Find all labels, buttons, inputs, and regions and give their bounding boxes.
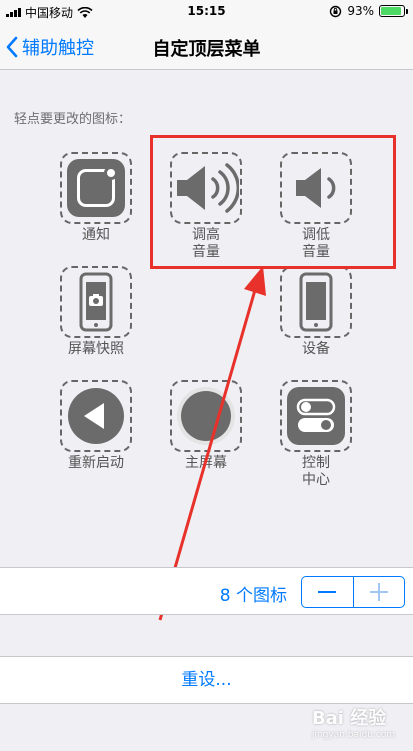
control-center-icon [287, 387, 345, 445]
device-icon [299, 272, 333, 332]
home-button-icon [177, 387, 235, 445]
slot-control-center[interactable]: 控制 中心 [268, 380, 364, 489]
status-bar: 中国移动 15:15 93% [0, 0, 413, 24]
watermark-url: jingyan.baidu.com [311, 730, 395, 740]
watermark-logo: Bai 经验 jingyan.baidu.com [312, 704, 395, 740]
increment-button[interactable] [352, 577, 405, 607]
reset-button[interactable]: 重设... [0, 656, 413, 704]
slot-restart[interactable]: 重新启动 [48, 380, 144, 472]
slot-label: 屏幕快照 [68, 341, 124, 357]
battery-icon [379, 5, 408, 17]
chevron-left-icon [6, 36, 18, 58]
slot-label: 设备 [302, 341, 330, 357]
battery-percent: 93% [347, 4, 374, 18]
plus-icon [369, 583, 388, 601]
slot-screenshot[interactable]: 屏幕快照 [48, 266, 144, 358]
slot-label: 重新启动 [68, 455, 124, 471]
watermark-brand: Bai 经验 [311, 708, 387, 729]
icon-count-row: 8 个图标 [0, 567, 413, 615]
slot-home[interactable]: 主屏幕 [158, 380, 254, 472]
back-button[interactable]: 辅助触控 [6, 34, 94, 60]
slot-label: 通知 [82, 227, 110, 243]
slot-label: 主屏幕 [185, 455, 227, 471]
icon-count-label: 8 个图标 [219, 586, 287, 606]
section-label: 轻点要更改的图标： [14, 112, 132, 127]
annotation-highlight-box [150, 135, 396, 269]
slot-notification[interactable]: 通知 [48, 152, 144, 244]
decrement-button[interactable] [302, 577, 353, 607]
slot-device[interactable]: 设备 [268, 266, 364, 358]
slot-label: 控制 中心 [302, 455, 330, 488]
restart-icon [68, 388, 124, 444]
navigation-bar: 辅助触控 自定顶层菜单 [0, 24, 413, 70]
icon-count-stepper [301, 576, 405, 608]
back-button-label: 辅助触控 [22, 38, 94, 59]
rotation-lock-icon [330, 5, 342, 17]
screenshot-icon [79, 272, 113, 332]
minus-icon [318, 591, 337, 593]
notification-icon [67, 159, 125, 217]
